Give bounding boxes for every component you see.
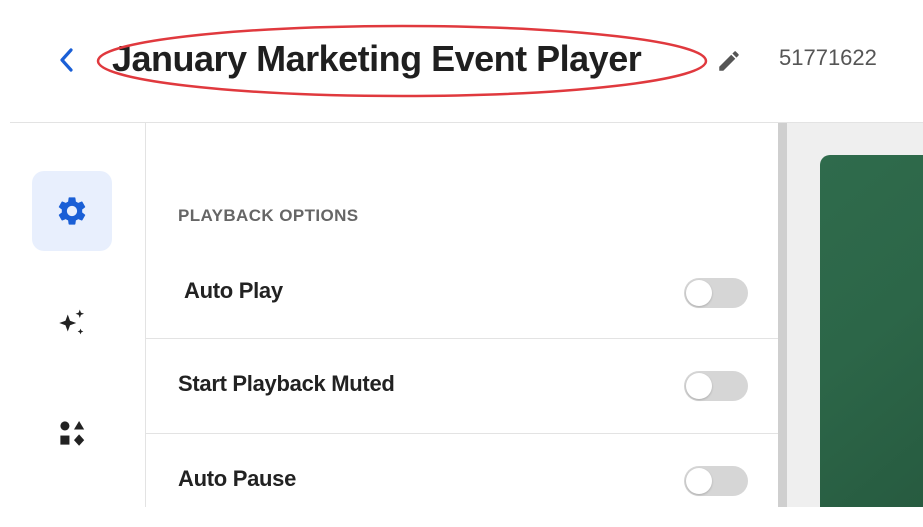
pencil-icon — [719, 51, 739, 71]
playback-options-panel: PLAYBACK OPTIONS Auto Play Start Playbac… — [146, 123, 778, 507]
option-label: Start Playback Muted — [178, 371, 395, 396]
section-title: PLAYBACK OPTIONS — [178, 206, 359, 225]
toggle-knob — [686, 373, 712, 399]
option-label: Auto Play — [184, 278, 283, 303]
start-muted-toggle[interactable] — [684, 371, 748, 401]
shapes-icon — [60, 420, 85, 446]
option-row-auto-play: Auto Play — [146, 244, 778, 338]
option-label: Auto Pause — [178, 466, 297, 491]
rail-ai-button[interactable] — [32, 283, 112, 363]
auto-play-toggle[interactable] — [684, 278, 748, 308]
option-row-auto-pause: Auto Pause — [146, 433, 778, 527]
edit-title-button[interactable] — [712, 44, 746, 78]
back-button[interactable] — [52, 42, 80, 78]
option-row-start-muted: Start Playback Muted — [146, 338, 778, 432]
rail-plugins-button[interactable] — [32, 393, 112, 473]
panel-scrollbar[interactable] — [778, 123, 787, 507]
left-rail — [0, 123, 145, 507]
auto-pause-toggle[interactable] — [684, 466, 748, 496]
gear-icon — [58, 197, 86, 225]
chevron-left-icon — [60, 48, 73, 72]
sparkles-icon — [59, 309, 85, 335]
rail-settings-button[interactable] — [32, 171, 112, 251]
toggle-knob — [686, 468, 712, 494]
header-bar: January Marketing Event Player 51771622 — [0, 0, 923, 122]
player-preview[interactable] — [820, 155, 923, 507]
page-title: January Marketing Event Player — [112, 38, 642, 79]
player-id: 51771622 — [779, 45, 877, 70]
toggle-knob — [686, 280, 712, 306]
